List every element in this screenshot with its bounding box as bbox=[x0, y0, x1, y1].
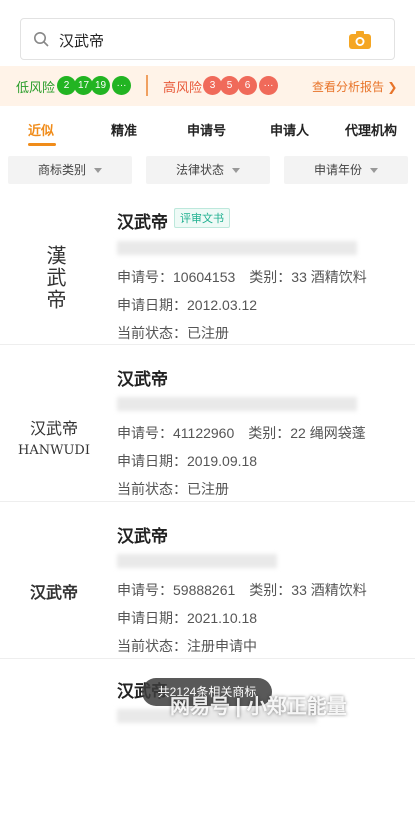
application-date: 申请日期：2012.03.12 bbox=[117, 297, 258, 313]
application-number: 41122960 bbox=[173, 425, 235, 441]
application-info: 申请号：41122960 类别：22 绳网袋蓬 bbox=[117, 425, 366, 441]
result-list: 漢武帝 汉武帝 评审文书 申请号：10604153 类别：33 酒精饮料 申请日期… bbox=[0, 190, 415, 732]
search-query: 汉武帝 bbox=[59, 33, 105, 50]
category: 33 酒精饮料 bbox=[291, 269, 367, 285]
trademark-image: 汉武帝 HANWUDI bbox=[18, 419, 90, 458]
tab-agency[interactable]: 代理机构 bbox=[345, 120, 397, 139]
filter-label: 法律状态 bbox=[175, 163, 224, 177]
active-tab-indicator bbox=[28, 143, 56, 146]
filter-category[interactable]: 商标类别 bbox=[8, 156, 132, 184]
application-number: 59888261 bbox=[173, 582, 236, 598]
filter-legal-status[interactable]: 法律状态 bbox=[146, 156, 270, 184]
current-status: 当前状态：注册申请中 bbox=[117, 638, 257, 654]
chevron-down-icon bbox=[370, 168, 378, 174]
filter-label: 申请年份 bbox=[313, 163, 362, 177]
chevron-down-icon bbox=[232, 168, 240, 174]
application-date: 申请日期：2019.09.18 bbox=[117, 453, 258, 469]
camera-icon[interactable] bbox=[348, 30, 372, 50]
trademark-name: 汉武帝 bbox=[117, 370, 168, 389]
applicant-name-blurred bbox=[117, 554, 277, 568]
search-mode-tabs: 近似 精准 申请号 申请人 代理机构 bbox=[0, 106, 415, 150]
review-document-badge[interactable]: 评审文书 bbox=[174, 208, 230, 228]
list-item[interactable]: 汉武帝 汉武帝 申请号：59888261 类别：33 酒精饮料 申请日期：2021… bbox=[0, 504, 415, 659]
trademark-name: 汉武帝 bbox=[117, 213, 168, 232]
trademark-image: 汉武帝 bbox=[29, 583, 78, 602]
current-status: 当前状态：已注册 bbox=[117, 481, 229, 497]
category: 22 绳网袋蓬 bbox=[290, 425, 366, 441]
search-header: 汉武帝 bbox=[0, 0, 415, 66]
high-risk-count[interactable]: 5 bbox=[220, 76, 239, 95]
current-status: 当前状态：已注册 bbox=[117, 325, 229, 341]
high-risk-label: 高风险 bbox=[163, 80, 203, 95]
filter-bar: 商标类别 法律状态 申请年份 bbox=[0, 150, 415, 190]
application-info: 申请号：59888261 类别：33 酒精饮料 bbox=[117, 582, 367, 598]
search-input[interactable]: 汉武帝 bbox=[20, 18, 395, 60]
search-icon bbox=[34, 32, 49, 47]
low-risk-label: 低风险 bbox=[16, 80, 56, 95]
category: 33 酒精饮料 bbox=[291, 582, 367, 598]
high-risk-count[interactable]: 6 bbox=[238, 76, 257, 95]
application-number: 10604153 bbox=[173, 269, 236, 285]
application-date: 申请日期：2021.10.18 bbox=[117, 610, 258, 626]
applicant-name-blurred bbox=[117, 241, 357, 255]
applicant-name-blurred bbox=[117, 397, 357, 411]
low-risk-more[interactable]: ··· bbox=[112, 76, 131, 95]
application-info: 申请号：10604153 类别：33 酒精饮料 bbox=[117, 269, 367, 285]
low-risk-count[interactable]: 19 bbox=[91, 76, 110, 95]
tab-applicant[interactable]: 申请人 bbox=[270, 120, 309, 139]
filter-application-year[interactable]: 申请年份 bbox=[284, 156, 408, 184]
filter-label: 商标类别 bbox=[37, 163, 86, 177]
trademark-name: 汉武帝 bbox=[117, 527, 168, 546]
high-risk-more[interactable]: ··· bbox=[259, 76, 278, 95]
tab-similar[interactable]: 近似 bbox=[28, 120, 54, 139]
list-item[interactable]: 漢武帝 汉武帝 评审文书 申请号：10604153 类别：33 酒精饮料 申请日期… bbox=[0, 190, 415, 345]
list-item[interactable]: 汉武帝 HANWUDI 汉武帝 申请号：41122960 类别：22 绳网袋蓬 申… bbox=[0, 347, 415, 502]
trademark-image: 漢武帝 bbox=[43, 245, 67, 311]
tab-application-number[interactable]: 申请号 bbox=[187, 120, 226, 139]
risk-summary-bar: 低风险 2 17 19 ··· 高风险 3 5 6 ··· 查看分析报告 ❯ bbox=[0, 66, 415, 106]
tab-exact[interactable]: 精准 bbox=[111, 120, 137, 139]
analysis-report-link[interactable]: 查看分析报告 ❯ bbox=[312, 78, 397, 95]
watermark: 网易号 | 小郑正能量 bbox=[170, 696, 347, 718]
risk-divider bbox=[146, 75, 148, 96]
chevron-down-icon bbox=[94, 168, 102, 174]
